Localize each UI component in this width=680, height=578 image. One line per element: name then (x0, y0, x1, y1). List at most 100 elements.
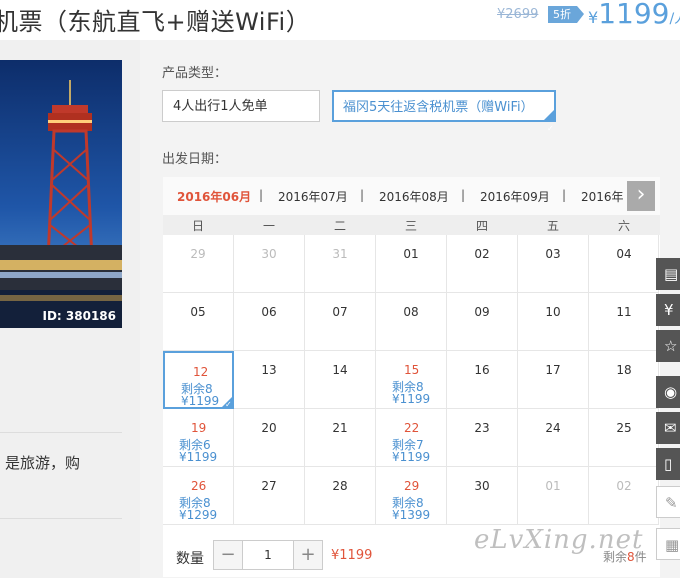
day-number: 16 (474, 363, 490, 377)
day-number: 18 (616, 363, 632, 377)
month-tab[interactable]: 2016年 (581, 188, 624, 205)
day-number: 04 (616, 247, 632, 261)
quantity-input[interactable]: 1 (242, 540, 294, 570)
day-number: 31 (332, 247, 348, 261)
wechat-icon[interactable]: ✉ (656, 412, 680, 444)
calendar-day-cell: 02 (589, 467, 659, 525)
current-price: ¥1199/人 (588, 0, 680, 30)
calendar-day-cell: 01 (518, 467, 589, 525)
calendar-day-cell: 09 (447, 293, 518, 351)
day-number: 27 (261, 479, 277, 493)
day-number: 25 (616, 421, 632, 435)
calendar-day-cell: 08 (376, 293, 447, 351)
day-number: 20 (261, 421, 277, 435)
day-number: 02 (474, 247, 490, 261)
calendar-day-cell: 14 (305, 351, 376, 409)
calendar-day-cell: 18 (589, 351, 659, 409)
day-number: 03 (545, 247, 561, 261)
day-number: 19 (191, 421, 207, 435)
calendar-day-cell: 17 (518, 351, 589, 409)
calendar-day-cell: 16 (447, 351, 518, 409)
day-number: 29 (190, 247, 206, 261)
month-tab[interactable]: 2016年08月 (379, 188, 449, 205)
day-number: 10 (545, 305, 561, 319)
calendar-day-cell: 04 (589, 235, 659, 293)
price-unit: /人 (669, 11, 680, 27)
phone-icon[interactable]: ▯ (656, 448, 680, 480)
day-number: 11 (616, 305, 632, 319)
departure-date-label: 出发日期： (162, 152, 228, 167)
product-title: 机票（东航直飞+赠送WiFi） (0, 8, 311, 36)
day-number: 24 (545, 421, 561, 435)
calendar-day-cell[interactable]: 15 剩余8 ¥1199 (376, 351, 447, 409)
weekday-header: 日一二三四五六 (163, 215, 660, 235)
day-number: 02 (616, 479, 632, 493)
calendar-day-cell: 30 (234, 235, 305, 293)
calendar-day-cell: 06 (234, 293, 305, 351)
total-price: ¥1199 (331, 548, 373, 563)
product-photo[interactable]: ID: 380186 (0, 60, 122, 328)
quantity-increase-button[interactable]: + (293, 540, 323, 570)
calendar-day-cell: 28 (305, 467, 376, 525)
quantity-decrease-button[interactable]: − (213, 540, 243, 570)
calendar-day-cell: 31 (305, 235, 376, 293)
qrcode-icon[interactable]: ▦ (656, 528, 680, 560)
weekday-label: 五 (546, 219, 559, 233)
calendar-day-cell[interactable]: 12 剩余8 ¥1199 ✓ (163, 351, 234, 409)
divider (0, 432, 122, 433)
day-price: ¥1399 (392, 508, 431, 522)
day-number: 06 (261, 305, 277, 319)
discount-badge: 5折 (548, 6, 584, 23)
month-tab[interactable]: 2016年07月 (278, 188, 348, 205)
month-tabs: 2016年06月 | 2016年07月 | 2016年08月 | 2016年09… (163, 177, 660, 215)
calendar-day-cell: 07 (305, 293, 376, 351)
calendar-day-cell[interactable]: 22 剩余7 ¥1199 (376, 409, 447, 467)
calendar-day-cell[interactable]: 19 剩余6 ¥1199 (163, 409, 234, 467)
price-currency: ¥ (588, 8, 599, 27)
calendar-day-cell: 20 (234, 409, 305, 467)
day-price: ¥1199 (392, 450, 431, 464)
calendar-day-cell: 29 (163, 235, 234, 293)
day-number: 15 (404, 363, 420, 377)
weibo-icon[interactable]: ◉ (656, 376, 680, 408)
day-number: 28 (332, 479, 348, 493)
month-separator: | (360, 188, 365, 202)
day-price: ¥1199 (179, 450, 218, 464)
calendar-day-cell: 30 (447, 467, 518, 525)
option-4-person-deal[interactable]: 4人出行1人免单 (162, 90, 320, 122)
day-number: 29 (404, 479, 420, 493)
day-number: 23 (474, 421, 490, 435)
weekday-label: 日 (191, 219, 204, 233)
day-number: 12 (193, 365, 209, 379)
day-number: 30 (474, 479, 490, 493)
photo-id-label: ID: 380186 (42, 309, 117, 323)
chevron-right-icon[interactable]: › (627, 181, 655, 211)
day-price: ¥1199 (392, 392, 431, 406)
option-fukuoka-5day-ticket[interactable]: 福冈5天往返含税机票（赠WiFi） ✓ (332, 90, 556, 133)
notepad-icon[interactable]: ▤ (656, 258, 680, 290)
day-number: 05 (190, 305, 206, 319)
calendar-day-cell: 25 (589, 409, 659, 467)
calendar-day-cell: 02 (447, 235, 518, 293)
calendar-day-cell: 11 (589, 293, 659, 351)
calendar-day-cell[interactable]: 26 剩余8 ¥1299 (163, 467, 234, 525)
day-number: 13 (261, 363, 277, 377)
option-label: 福冈5天往返含税机票（赠WiFi） (343, 100, 534, 115)
weekday-label: 三 (404, 219, 417, 233)
month-tab[interactable]: 2016年09月 (480, 188, 550, 205)
pencil-icon[interactable]: ✎ (656, 486, 680, 518)
month-tab[interactable]: 2016年06月 (177, 188, 251, 205)
calendar-day-cell[interactable]: 29 剩余8 ¥1399 (376, 467, 447, 525)
calendar-day-cell: 05 (163, 293, 234, 351)
calendar-day-cell: 13 (234, 351, 305, 409)
price-value: 1199 (598, 0, 670, 30)
day-number: 07 (332, 305, 348, 319)
divider (0, 518, 122, 519)
yen-icon[interactable]: ¥ (656, 294, 680, 326)
month-separator: | (259, 188, 264, 202)
weekday-label: 二 (333, 219, 346, 233)
original-price: ¥2699 (497, 7, 539, 22)
month-separator: | (461, 188, 466, 202)
day-number: 26 (191, 479, 207, 493)
star-icon[interactable]: ☆ (656, 330, 680, 362)
